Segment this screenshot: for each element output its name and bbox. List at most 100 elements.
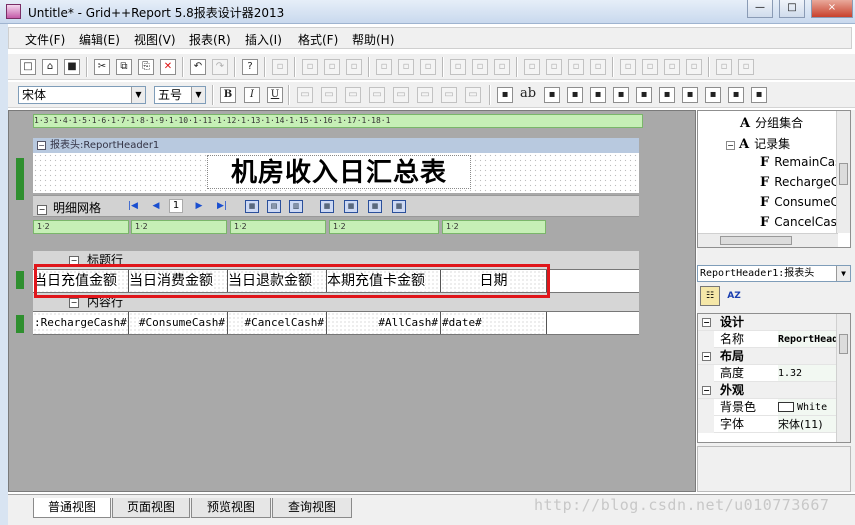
h-spacing-remove-icon[interactable]: ▫	[590, 59, 606, 75]
send-back-icon[interactable]: ▫	[738, 59, 754, 75]
align-left-icon[interactable]: ▫	[302, 59, 318, 75]
alphabetical-button[interactable]: AZ	[724, 286, 744, 306]
v-spacing-dec-icon[interactable]: ▫	[664, 59, 680, 75]
scroll-thumb[interactable]	[839, 163, 848, 185]
copy-icon[interactable]: ⧉	[116, 59, 132, 75]
property-value[interactable]: 宋体(11)	[778, 416, 838, 432]
first-page-icon[interactable]: |◀	[127, 200, 139, 212]
property-value[interactable]: ReportHeader1	[778, 331, 838, 347]
next-page-icon[interactable]: ▶	[193, 200, 205, 212]
bold-button[interactable]: B	[220, 87, 236, 103]
maximize-button[interactable]: □	[779, 0, 805, 18]
save-icon[interactable]: ■	[64, 59, 80, 75]
barcode-icon[interactable]: ▪	[728, 87, 744, 103]
collapse-icon[interactable]: −	[702, 318, 711, 327]
redo-icon[interactable]: ↷	[212, 59, 228, 75]
open-icon[interactable]: ⌂	[42, 59, 58, 75]
menu-item[interactable]: 文件(F)	[25, 31, 65, 48]
line-icon[interactable]: ▪	[659, 87, 675, 103]
tree-horizontal-scrollbar[interactable]	[698, 233, 838, 247]
bring-front-icon[interactable]: ▫	[716, 59, 732, 75]
menu-item[interactable]: 报表(R)	[189, 31, 231, 48]
grid-column-icon[interactable]: ▦	[245, 200, 259, 213]
cut-icon[interactable]: ✂	[94, 59, 110, 75]
collapse-icon[interactable]: −	[702, 386, 711, 395]
border-none-icon[interactable]: ▭	[417, 87, 433, 103]
field-box-icon[interactable]: ▪	[544, 87, 560, 103]
border-all-icon[interactable]: ▭	[297, 87, 313, 103]
menu-item[interactable]: 帮助(H)	[352, 31, 394, 48]
paste-icon[interactable]: ⎘	[138, 59, 154, 75]
same-height-icon[interactable]: ▫	[472, 59, 488, 75]
menu-item[interactable]: 编辑(E)	[79, 31, 120, 48]
property-category[interactable]: − 布局	[698, 348, 838, 365]
tree-node-field[interactable]: F CancelCash	[760, 215, 844, 230]
subreport-icon[interactable]: ▪	[751, 87, 767, 103]
tree-node-group-set[interactable]: A 分组集合	[740, 114, 803, 131]
system-var-icon[interactable]: ▪	[590, 87, 606, 103]
tab-view[interactable]: 查询视图	[272, 498, 352, 518]
v-spacing-remove-icon[interactable]: ▫	[686, 59, 702, 75]
report-header-band[interactable]: − 报表头:ReportHeader1	[33, 138, 639, 153]
detail-grid-band[interactable]: − 明细网格 |◀ ◀ 1 ▶ ▶| ▦ ▤ ▥ ▦ ▦ ▦ ▦	[33, 195, 639, 217]
minimize-button[interactable]: —	[747, 0, 773, 18]
prev-page-icon[interactable]: ◀	[150, 200, 162, 212]
grid-header-icon[interactable]: ▦	[344, 200, 358, 213]
new-icon[interactable]: □	[20, 59, 36, 75]
property-row[interactable]: 背景色 White	[698, 399, 838, 416]
delete-icon[interactable]: ✕	[160, 59, 176, 75]
collapse-icon[interactable]: −	[726, 141, 735, 150]
object-selector[interactable]: ReportHeader1:报表头 ▼	[697, 265, 851, 282]
close-button[interactable]: ×	[811, 0, 853, 18]
h-spacing-dec-icon[interactable]: ▫	[568, 59, 584, 75]
tree-vertical-scrollbar[interactable]	[836, 111, 850, 233]
select-all-icon[interactable]: ▫	[272, 59, 288, 75]
property-category[interactable]: − 设计	[698, 314, 838, 331]
content-cell[interactable]: :RechargeCash#	[33, 312, 129, 334]
chart-icon[interactable]: ▪	[705, 87, 721, 103]
text-box-icon[interactable]: ▪	[497, 87, 513, 103]
formula-icon[interactable]: ▪	[567, 87, 583, 103]
content-cell[interactable]: #CancelCash#	[228, 312, 327, 334]
content-cell[interactable]: #AllCash#	[327, 312, 441, 334]
h-spacing-inc-icon[interactable]: ▫	[546, 59, 562, 75]
border-right-icon[interactable]: ▭	[393, 87, 409, 103]
props-vertical-scrollbar[interactable]	[836, 314, 850, 442]
italic-button[interactable]: I	[244, 87, 260, 103]
content-cell[interactable]: #date#	[441, 312, 547, 334]
shape-icon[interactable]: ▪	[636, 87, 652, 103]
v-spacing-icon[interactable]: ▫	[620, 59, 636, 75]
border-top-icon[interactable]: ▭	[321, 87, 337, 103]
text-box-icon[interactable]: ab	[520, 87, 536, 103]
memo-icon[interactable]: ▪	[613, 87, 629, 103]
v-spacing-inc-icon[interactable]: ▫	[642, 59, 658, 75]
undo-icon[interactable]: ↶	[190, 59, 206, 75]
border-outer-icon[interactable]: ▭	[465, 87, 481, 103]
help-icon[interactable]: ?	[242, 59, 258, 75]
grid-props-icon[interactable]: ▦	[320, 200, 334, 213]
align-center-icon[interactable]: ▫	[324, 59, 340, 75]
align-right-icon[interactable]: ▫	[346, 59, 362, 75]
border-left-icon[interactable]: ▭	[369, 87, 385, 103]
report-header-area[interactable]: 机房收入日汇总表	[33, 153, 639, 193]
collapse-icon[interactable]: −	[69, 297, 79, 308]
categorized-button[interactable]: ☷	[700, 286, 720, 306]
property-row[interactable]: 名称 ReportHeader1	[698, 331, 838, 348]
border-inner-icon[interactable]: ▭	[441, 87, 457, 103]
image-icon[interactable]: ▪	[682, 87, 698, 103]
h-spacing-icon[interactable]: ▫	[524, 59, 540, 75]
border-bottom-icon[interactable]: ▭	[345, 87, 361, 103]
tab-view[interactable]: 预览视图	[191, 498, 271, 518]
font-name-select[interactable]: 宋体 ▼	[18, 86, 146, 104]
property-row[interactable]: 高度 1.32	[698, 365, 838, 382]
collapse-icon[interactable]: −	[702, 352, 711, 361]
grid-layout-icon[interactable]: ▦	[392, 200, 406, 213]
align-middle-icon[interactable]: ▫	[398, 59, 414, 75]
property-row[interactable]: 字体 宋体(11)	[698, 416, 838, 433]
property-category[interactable]: − 外观	[698, 382, 838, 399]
font-size-select[interactable]: 五号 ▼	[154, 86, 206, 104]
page-number-field[interactable]: 1	[169, 199, 183, 213]
report-title[interactable]: 机房收入日汇总表	[207, 155, 471, 189]
align-top-icon[interactable]: ▫	[376, 59, 392, 75]
same-width-icon[interactable]: ▫	[450, 59, 466, 75]
